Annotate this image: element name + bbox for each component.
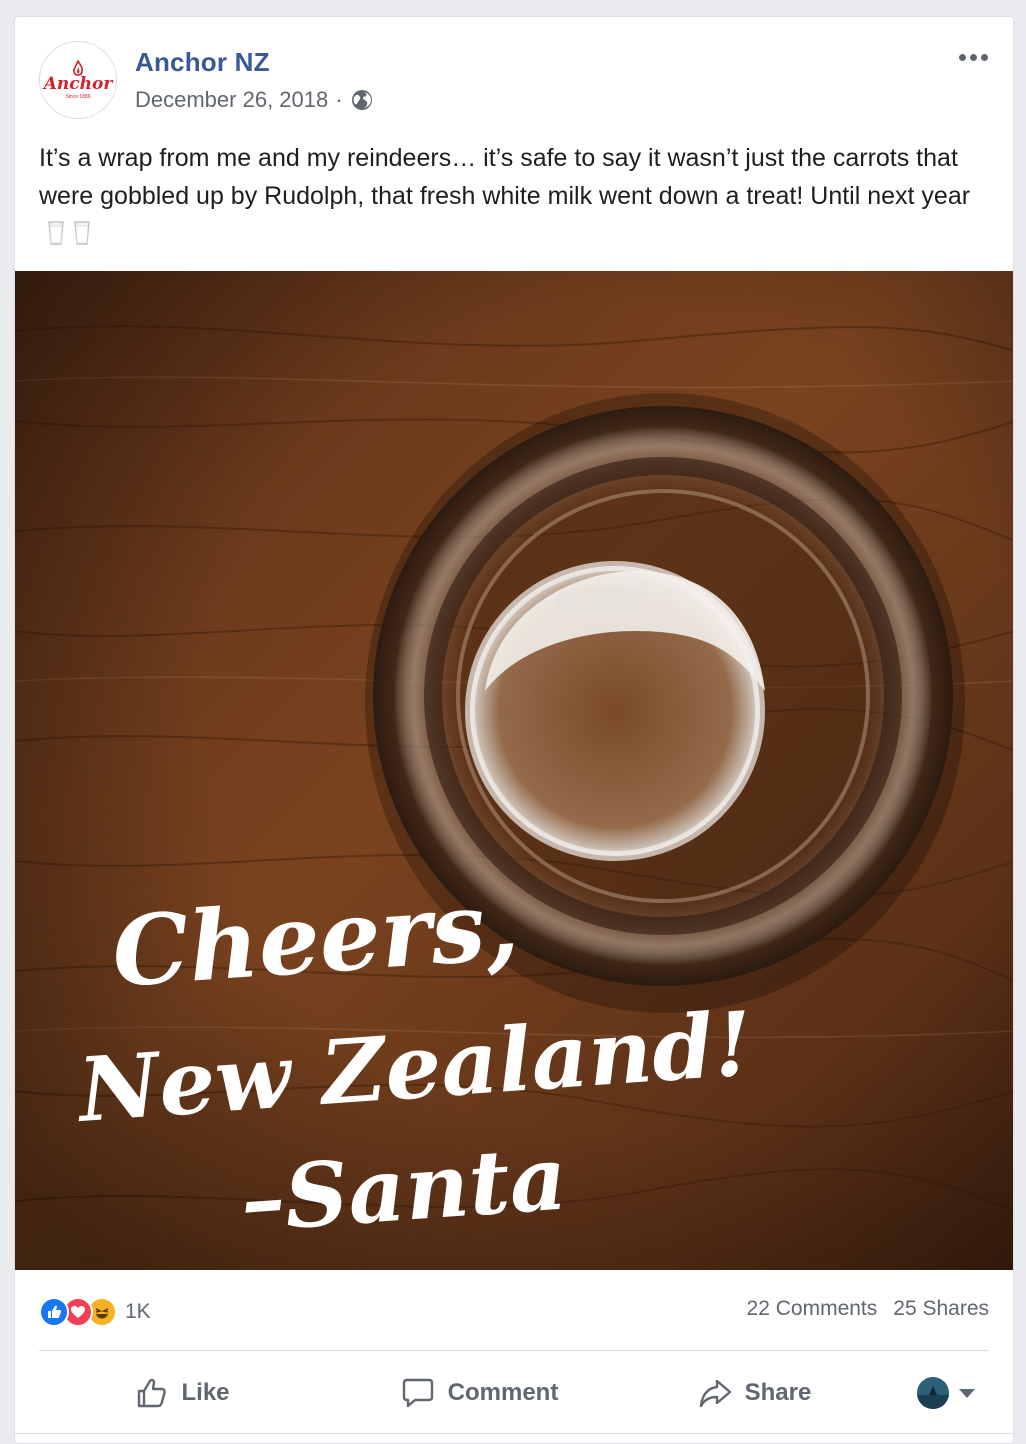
like-label: Like	[181, 1379, 230, 1406]
post-message-text: It’s a wrap from me and my reindeers… it…	[39, 144, 971, 210]
chevron-down-icon	[959, 1388, 975, 1398]
reaction-count[interactable]: 1K	[125, 1300, 151, 1324]
more-dot-icon	[969, 53, 977, 61]
avatar-tagline: Since 1886	[65, 94, 91, 100]
like-icon	[39, 1297, 69, 1327]
globe-icon[interactable]	[350, 88, 374, 112]
avatar-brand: Anchor	[43, 74, 113, 94]
share-button[interactable]: Share	[634, 1361, 874, 1425]
more-options-button[interactable]	[953, 45, 993, 69]
comments-count-link[interactable]: 22 Comments	[747, 1297, 878, 1321]
thumbs-up-icon	[138, 1378, 167, 1408]
overlay-text-line1: Cheers,	[109, 868, 522, 1009]
like-button[interactable]: Like	[39, 1361, 324, 1425]
share-arrow-icon	[699, 1379, 731, 1408]
comment-label: Comment	[447, 1379, 559, 1406]
share-label: Share	[744, 1379, 812, 1406]
shares-count-link[interactable]: 25 Shares	[893, 1297, 989, 1321]
user-avatar	[917, 1377, 949, 1409]
page-name-link[interactable]: Anchor NZ	[135, 47, 270, 78]
glass-of-milk-icon	[48, 221, 64, 245]
engagement-counts: 22 Comments 25 Shares	[747, 1297, 989, 1321]
divider	[39, 1350, 989, 1351]
post-card: Anchor Since 1886 Anchor NZ December 26,…	[14, 16, 1014, 1444]
post-meta: December 26, 2018 ·	[135, 87, 374, 113]
bottom-divider	[15, 1433, 1013, 1434]
post-as-selector[interactable]	[917, 1377, 989, 1409]
post-photo[interactable]: Cheers, New Zealand! –Santa	[15, 271, 1013, 1270]
more-dot-icon	[958, 53, 966, 61]
more-dot-icon	[980, 53, 988, 61]
comment-button[interactable]: Comment	[324, 1361, 634, 1425]
speech-bubble-icon	[402, 1378, 433, 1408]
glass-of-milk-icon	[74, 221, 90, 245]
reactions-summary[interactable]: 1K	[39, 1297, 151, 1327]
post-timestamp[interactable]: December 26, 2018	[135, 87, 328, 113]
overlay-text-line2: New Zealand!	[72, 991, 755, 1142]
meta-separator: ·	[335, 87, 343, 112]
page-avatar[interactable]: Anchor Since 1886	[39, 41, 117, 119]
action-bar: Like Comment Share	[39, 1361, 989, 1425]
post-message: It’s a wrap from me and my reindeers… it…	[39, 139, 989, 253]
overlay-text-line3: –Santa	[237, 1125, 570, 1252]
overlay-text-layer: Cheers, New Zealand! –Santa	[72, 868, 755, 1252]
